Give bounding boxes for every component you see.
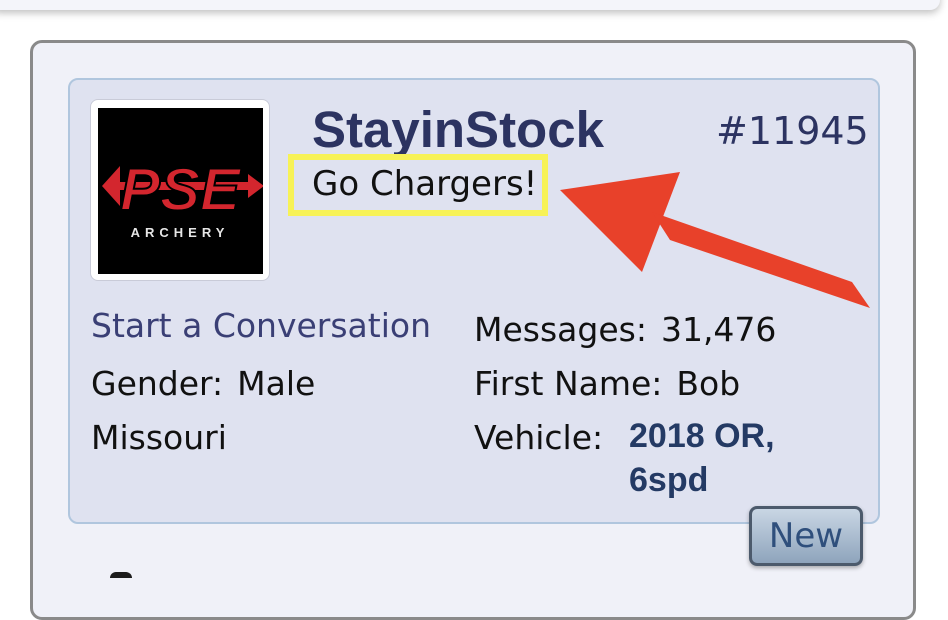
first-name-field: First Name: Bob: [474, 362, 740, 406]
first-name-value: Bob: [676, 364, 741, 403]
previous-post-card: [0, 0, 940, 10]
avatar[interactable]: PSE ARCHERY: [98, 108, 263, 274]
start-conversation-link[interactable]: Start a Conversation: [91, 304, 431, 348]
user-status: Go Chargers!: [312, 164, 538, 204]
user-number: #11945: [716, 109, 869, 153]
username-link[interactable]: StayinStock: [312, 100, 604, 160]
vehicle-value-link[interactable]: 2018 OR, 6spd: [629, 414, 819, 502]
annotation-arrow-icon: [560, 172, 870, 308]
cut-off-glyph: [110, 572, 132, 578]
gender-field: Gender: Male: [91, 362, 315, 406]
vehicle-label: Vehicle:: [474, 418, 604, 457]
logo-sub-text: ARCHERY: [131, 225, 230, 240]
new-badge-button[interactable]: New: [749, 506, 863, 566]
pse-archery-logo: PSE ARCHERY: [98, 108, 263, 274]
messages-field: Messages: 31,476: [474, 308, 776, 352]
messages-value: 31,476: [660, 310, 777, 349]
logo-brand-text: PSE: [120, 156, 242, 223]
gender-label: Gender:: [91, 364, 224, 403]
gender-value: Male: [237, 364, 316, 403]
first-name-label: First Name:: [474, 364, 663, 403]
messages-label: Messages:: [474, 310, 647, 349]
location: Missouri: [91, 418, 227, 457]
